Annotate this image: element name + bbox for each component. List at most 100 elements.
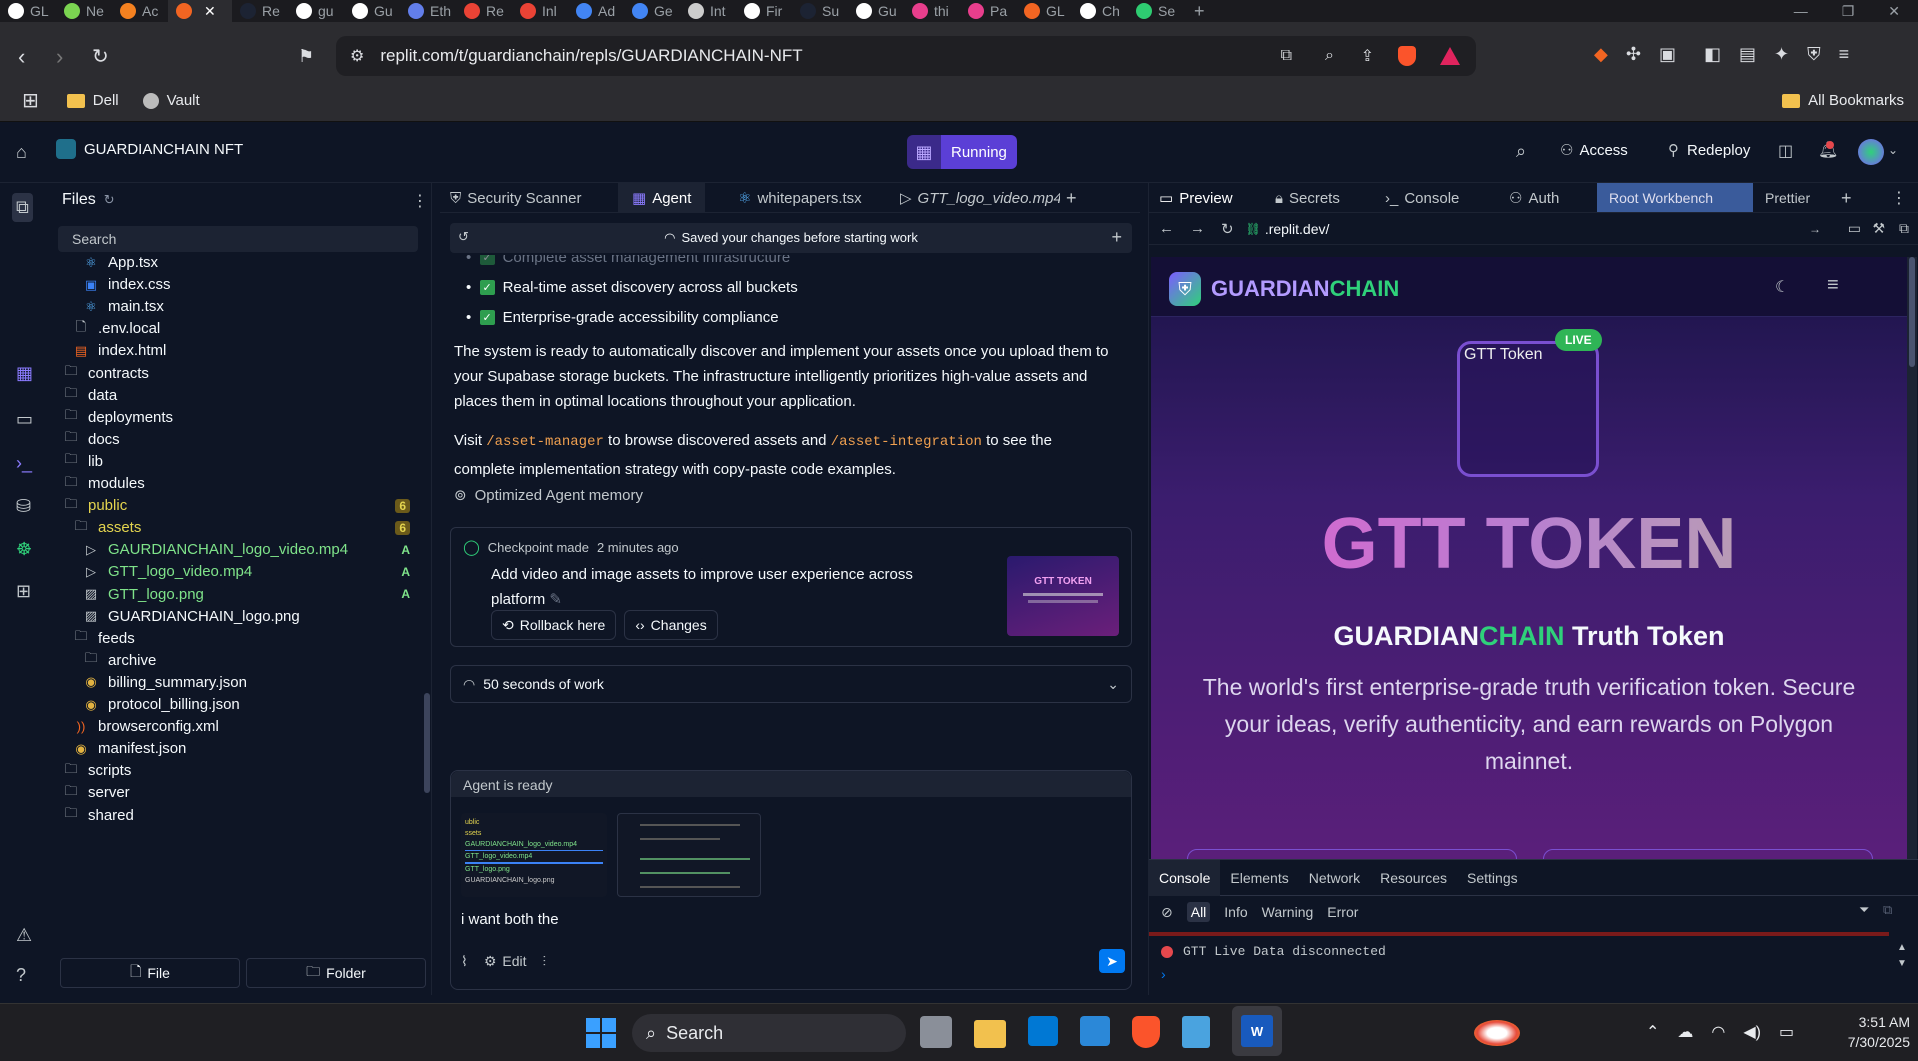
attach-icon[interactable]: ⌇: [461, 953, 468, 970]
files-scrollbar[interactable]: [422, 263, 430, 933]
browser-tab[interactable]: Ch: [1072, 0, 1128, 22]
extensions-icon[interactable]: ✣: [1626, 44, 1641, 65]
brave-rewards-icon[interactable]: [1440, 47, 1460, 65]
console-prompt-icon[interactable]: ›: [1161, 966, 1166, 982]
access-button[interactable]: ⚇ Access: [1560, 141, 1628, 160]
volume-icon[interactable]: ◀︎): [1743, 1022, 1761, 1042]
word-icon[interactable]: W: [1232, 1006, 1282, 1056]
forward-icon[interactable]: →: [1190, 220, 1205, 237]
brave-icon[interactable]: [1132, 1016, 1160, 1048]
browser-tab[interactable]: Int: [680, 0, 736, 22]
project-selector[interactable]: GUARDIANCHAIN NFT: [56, 139, 243, 159]
scroll-down-icon[interactable]: ▼: [1897, 958, 1907, 969]
address-bar[interactable]: ⚙ replit.com/t/guardianchain/repls/GUARD…: [336, 36, 1476, 76]
vpn-icon[interactable]: ⛨: [1807, 44, 1821, 65]
browser-tab[interactable]: GL: [1016, 0, 1072, 22]
agent-input[interactable]: i want both the: [461, 911, 559, 928]
screenshot-icon[interactable]: ▣: [1659, 44, 1676, 65]
changes-button[interactable]: ‹› Changes: [624, 610, 718, 640]
metamask-icon[interactable]: ◆: [1594, 44, 1608, 65]
reload-icon[interactable]: ↻: [92, 44, 109, 69]
browser-tab[interactable]: Se: [1128, 0, 1184, 22]
reload-icon[interactable]: ↻: [1221, 220, 1234, 238]
hamburger-icon[interactable]: ≡: [1827, 274, 1839, 297]
file-explorer-icon[interactable]: [974, 1020, 1006, 1048]
attachment-thumbnail-2[interactable]: [617, 813, 761, 897]
store-icon[interactable]: [1028, 1016, 1058, 1046]
add-tab-icon[interactable]: +: [1066, 183, 1077, 213]
browser-tab[interactable]: Inl: [512, 0, 568, 22]
new-file-button[interactable]: 🗋︎ File: [60, 958, 240, 988]
filter-all[interactable]: All: [1186, 902, 1211, 922]
devtools-tab-elements[interactable]: Elements: [1220, 860, 1298, 896]
address-bar-url[interactable]: replit.com/t/guardianchain/repls/GUARDIA…: [380, 46, 802, 66]
menu-icon[interactable]: ≡: [1839, 44, 1850, 65]
panel-menu-icon[interactable]: ⋮: [1891, 183, 1907, 212]
site-info-icon[interactable]: ⚙: [350, 46, 364, 66]
agent-tool-icon[interactable]: ▦: [16, 363, 33, 384]
filter-icon[interactable]: ⏷: [1859, 902, 1869, 918]
filter-error[interactable]: Error: [1327, 904, 1358, 920]
zoom-icon[interactable]: ⌕: [1325, 47, 1334, 65]
tab-auth[interactable]: ⚇ Auth: [1509, 183, 1559, 212]
go-icon[interactable]: →: [1809, 222, 1821, 236]
browser-tab[interactable]: Ne: [56, 0, 112, 22]
new-chat-icon[interactable]: +: [1111, 227, 1122, 248]
tune-icon[interactable]: ⫶: [543, 953, 547, 970]
leo-ai-icon[interactable]: ✦: [1774, 44, 1789, 65]
tab-root-workbench[interactable]: Root Workbench: [1597, 183, 1753, 212]
browser-tab[interactable]: GL: [0, 0, 56, 22]
new-folder-button[interactable]: 🗀︎ Folder: [246, 958, 426, 988]
attachment-thumbnail-1[interactable]: ublic ssets GAURDIANCHAIN_logo_video.mp4…: [461, 813, 607, 897]
all-bookmarks[interactable]: All Bookmarks: [1782, 92, 1904, 109]
minimize-icon[interactable]: —: [1794, 3, 1808, 19]
theme-toggle-icon[interactable]: ☾: [1775, 277, 1789, 297]
tab-security-scanner[interactable]: ⛨ Security Scanner: [450, 183, 582, 213]
tab-preview[interactable]: ▭ Preview: [1159, 183, 1233, 212]
wallet-icon[interactable]: ▤: [1739, 44, 1756, 65]
search-icon[interactable]: ⌕: [1516, 141, 1526, 162]
close-tab-icon[interactable]: ✕: [204, 3, 216, 20]
browser-tab[interactable]: Eth: [400, 0, 456, 22]
devtools-tab-settings[interactable]: Settings: [1457, 860, 1528, 896]
battery-icon[interactable]: ▭: [1779, 1022, 1794, 1042]
wifi-icon[interactable]: ◠: [1711, 1022, 1725, 1042]
copy-icon[interactable]: ⧉: [1883, 902, 1892, 918]
close-window-icon[interactable]: ✕: [1888, 3, 1900, 20]
back-icon[interactable]: ←: [1159, 220, 1174, 237]
devices-icon[interactable]: ▭: [1848, 220, 1861, 237]
send-button[interactable]: ➤: [1099, 949, 1125, 973]
filter-warning[interactable]: Warning: [1262, 904, 1314, 920]
help-icon[interactable]: ?: [16, 965, 26, 986]
start-icon[interactable]: [586, 1018, 616, 1048]
home-icon[interactable]: ⌂: [16, 142, 27, 163]
devtools-icon[interactable]: ⚒: [1872, 220, 1885, 237]
photos-icon[interactable]: [1080, 1016, 1110, 1046]
taskbar-search[interactable]: ⌕ Search: [632, 1014, 1520, 1052]
browser-tab[interactable]: Gu: [344, 0, 400, 22]
site-brand[interactable]: GUARDIANCHAIN: [1211, 276, 1399, 302]
clear-console-icon[interactable]: ⊘: [1161, 904, 1173, 921]
onedrive-icon[interactable]: ☁: [1677, 1022, 1693, 1042]
forward-icon[interactable]: ›: [56, 44, 63, 70]
bookmark-dell[interactable]: Dell: [66, 92, 119, 109]
open-new-tab-icon[interactable]: ⧉: [1899, 220, 1909, 237]
filter-info[interactable]: Info: [1224, 904, 1247, 920]
browser-tab[interactable]: Ge: [624, 0, 680, 22]
bookmark-vault[interactable]: Vault: [142, 92, 200, 109]
browser-tab[interactable]: ✕: [168, 0, 232, 22]
edit-mode-button[interactable]: ⚙ Edit: [484, 953, 527, 970]
files-menu-icon[interactable]: ⋮: [412, 191, 428, 211]
scrollbar-thumb[interactable]: [424, 693, 430, 793]
devtools-tab-network[interactable]: Network: [1299, 860, 1370, 896]
devtools-tab-resources[interactable]: Resources: [1370, 860, 1457, 896]
user-avatar[interactable]: [1858, 139, 1884, 165]
checkpoint-thumbnail[interactable]: GTT TOKEN: [1007, 556, 1119, 636]
chevron-up-icon[interactable]: ⌃: [1646, 1022, 1659, 1042]
tab-whitepapers[interactable]: ⚛ whitepapers.tsx: [738, 183, 862, 213]
site-logo-icon[interactable]: ⛨: [1169, 272, 1201, 306]
work-summary[interactable]: ◠ 50 seconds of work ⌄: [450, 665, 1132, 703]
cta-button-2[interactable]: [1543, 849, 1873, 859]
files-search-input[interactable]: Search: [58, 226, 418, 252]
scrollbar-thumb[interactable]: [1909, 257, 1915, 367]
